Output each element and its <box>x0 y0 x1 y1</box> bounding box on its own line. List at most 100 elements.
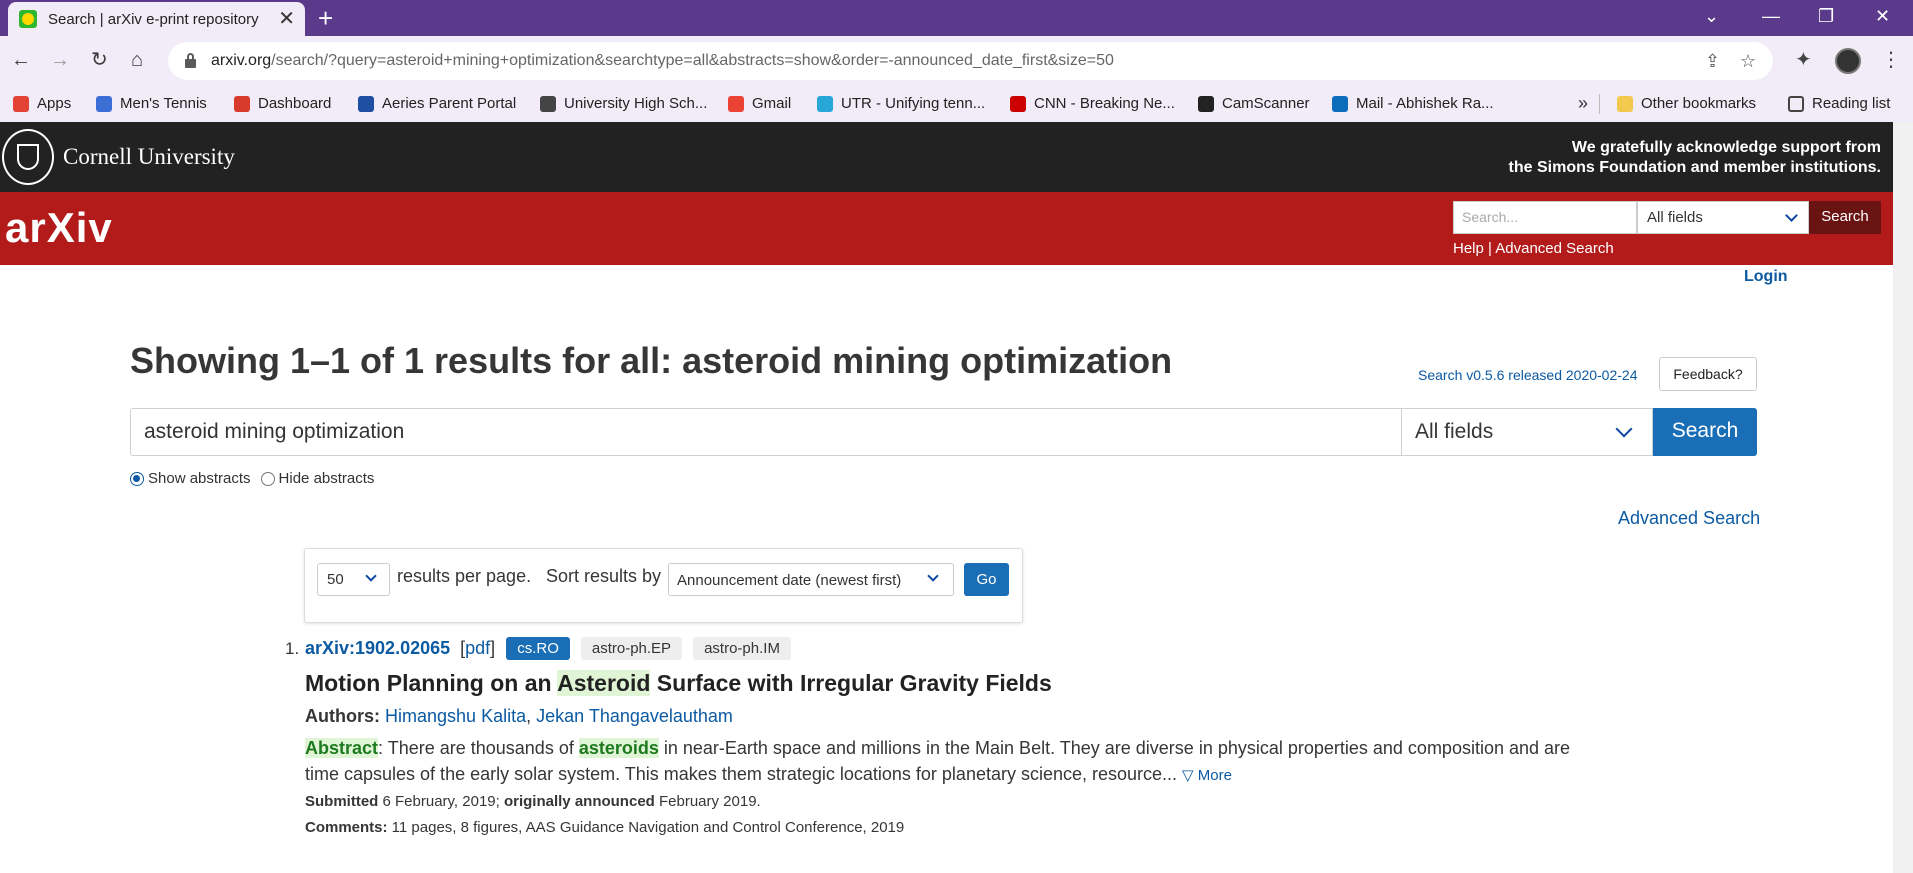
camscanner-icon <box>1198 95 1214 112</box>
cornell-university-link[interactable]: Cornell University <box>63 144 235 170</box>
close-window-icon[interactable]: ✕ <box>1875 4 1890 28</box>
more-abstract-link[interactable]: ▽ More <box>1182 767 1232 784</box>
tennis-icon <box>96 95 112 112</box>
advanced-search-link[interactable]: Advanced Search <box>1618 508 1760 529</box>
cornell-banner: Cornell University We gratefully acknowl… <box>0 122 1893 192</box>
chevron-down-icon <box>365 570 377 582</box>
reload-icon[interactable]: ↻ <box>91 48 108 72</box>
header-search-button[interactable]: Search <box>1809 201 1881 234</box>
gmail-icon <box>728 95 744 112</box>
help-advanced-links[interactable]: Help | Advanced Search <box>1453 240 1614 257</box>
lock-icon[interactable] <box>185 53 196 68</box>
bookmark-mail[interactable]: Mail - Abhishek Ra... <box>1332 95 1494 112</box>
feedback-button[interactable]: Feedback? <box>1659 357 1757 391</box>
bookmark-dashboard[interactable]: Dashboard <box>234 95 331 112</box>
minimize-icon[interactable]: — <box>1762 4 1780 28</box>
support-line-1[interactable]: We gratefully acknowledge support from <box>1509 138 1881 158</box>
result-identifiers: arXiv:1902.02065 [pdf] cs.RO astro-ph.EP… <box>305 637 791 660</box>
arxiv-logo[interactable]: arXiv <box>5 204 113 252</box>
show-abstracts-radio[interactable] <box>130 471 144 486</box>
result-comments: Comments: 11 pages, 8 figures, AAS Guida… <box>305 819 905 836</box>
result-title: Motion Planning on an Asteroid Surface w… <box>305 670 1052 696</box>
field-select[interactable]: All fields <box>1401 408 1653 456</box>
school-icon <box>540 95 556 112</box>
bookmark-utr[interactable]: UTR - Unifying tenn... <box>817 95 985 112</box>
reading-list[interactable]: Reading list <box>1788 95 1890 112</box>
bookmark-cnn[interactable]: CNN - Breaking Ne... <box>1010 95 1175 112</box>
apps-grid-icon <box>13 95 29 112</box>
new-tab-icon[interactable]: + <box>318 3 333 33</box>
bookmark-gmail[interactable]: Gmail <box>728 95 791 112</box>
sort-label: Sort results by <box>546 566 662 586</box>
aeries-icon <box>358 95 374 112</box>
author-link[interactable]: Jekan Thangavelautham <box>536 706 733 726</box>
search-input[interactable]: asteroid mining optimization <box>130 408 1401 456</box>
browser-toolbar: ← → ↻ ⌂ arxiv.org/search/?query=asteroid… <box>0 36 1913 86</box>
bookmarks-bar: Apps Men's Tennis Dashboard Aeries Paren… <box>0 86 1913 122</box>
bookmarks-divider <box>1599 94 1600 114</box>
extensions-icon[interactable]: ✦ <box>1795 48 1812 72</box>
search-button[interactable]: Search <box>1653 408 1757 456</box>
sort-order-select[interactable]: Announcement date (newest first) <box>668 563 954 596</box>
hide-abstracts-radio[interactable] <box>260 471 275 486</box>
utr-icon <box>817 95 833 112</box>
bookmark-university-high[interactable]: University High Sch... <box>540 95 707 112</box>
arxiv-id-link[interactable]: arXiv:1902.02065 <box>305 638 450 659</box>
url-text[interactable]: arxiv.org/search/?query=asteroid+mining+… <box>211 52 1114 70</box>
chevron-down-icon <box>1785 209 1798 222</box>
support-acknowledgement[interactable]: We gratefully acknowledge support from t… <box>1509 138 1881 178</box>
bookmark-other[interactable]: Other bookmarks <box>1617 95 1756 112</box>
page-scrollbar[interactable] <box>1893 122 1913 873</box>
forward-icon[interactable]: → <box>50 48 70 72</box>
chrome-menu-icon[interactable]: ⋮ <box>1881 48 1901 72</box>
login-link[interactable]: Login <box>1744 268 1788 286</box>
cnn-icon <box>1010 95 1026 112</box>
results-per-page-label: results per page. <box>397 566 532 586</box>
bookmark-star-icon[interactable]: ☆ <box>1740 50 1756 72</box>
bookmark-apps[interactable]: Apps <box>13 95 71 112</box>
sort-controls: 50 results per page. Sort results by Ann… <box>304 548 1023 623</box>
show-abstracts-label[interactable]: Show abstracts <box>148 470 251 487</box>
header-field-select[interactable]: All fields <box>1637 201 1809 234</box>
result-submitted: Submitted 6 February, 2019; originally a… <box>305 793 761 810</box>
chevron-down-icon <box>927 570 939 582</box>
result-authors: Authors: Himangshu Kalita, Jekan Thangav… <box>305 706 733 726</box>
bookmarks-overflow-icon[interactable]: » <box>1578 93 1588 114</box>
category-tag[interactable]: astro-ph.EP <box>580 637 683 660</box>
support-line-2[interactable]: the Simons Foundation and member institu… <box>1509 158 1881 178</box>
profile-avatar[interactable] <box>1835 48 1861 74</box>
dashboard-icon <box>234 95 250 112</box>
folder-icon <box>1617 95 1633 112</box>
abstracts-toggle: Show abstracts Hide abstracts <box>130 470 374 487</box>
result-number: 1. <box>285 639 300 658</box>
header-search-input[interactable]: Search... <box>1453 201 1637 234</box>
outlook-icon <box>1332 95 1348 112</box>
chevron-down-icon <box>1615 420 1633 438</box>
category-tag[interactable]: astro-ph.IM <box>693 637 791 660</box>
home-icon[interactable]: ⌂ <box>131 48 143 72</box>
browser-tab[interactable]: Search | arXiv e-print repository ✕ <box>8 2 305 36</box>
tab-close-icon[interactable]: ✕ <box>278 9 295 29</box>
results-per-page-select[interactable]: 50 <box>317 563 390 596</box>
author-link[interactable]: Himangshu Kalita <box>385 706 526 726</box>
title-highlight: Asteroid <box>557 670 651 696</box>
bookmark-camscanner[interactable]: CamScanner <box>1198 95 1310 112</box>
restore-icon[interactable]: ❐ <box>1818 4 1834 28</box>
pdf-link[interactable]: pdf <box>465 638 490 658</box>
bookmark-mens-tennis[interactable]: Men's Tennis <box>96 95 207 112</box>
hide-abstracts-label[interactable]: Hide abstracts <box>279 470 375 487</box>
primary-category-tag[interactable]: cs.RO <box>506 637 570 660</box>
cornell-seal-icon[interactable] <box>2 129 54 185</box>
search-version-link[interactable]: Search v0.5.6 released 2020-02-24 <box>1418 367 1637 383</box>
reading-list-icon <box>1788 95 1804 112</box>
arxiv-header: arXiv Search... All fields Search Help |… <box>0 192 1893 265</box>
tab-title: Search | arXiv e-print repository <box>48 10 259 28</box>
go-button[interactable]: Go <box>964 563 1009 596</box>
tab-search-icon[interactable]: ⌄ <box>1704 4 1719 28</box>
bookmark-aeries[interactable]: Aeries Parent Portal <box>358 95 516 112</box>
back-icon[interactable]: ← <box>11 48 31 72</box>
address-bar[interactable]: arxiv.org/search/?query=asteroid+mining+… <box>168 42 1773 80</box>
pdf-link-wrapper: [pdf] <box>460 638 496 658</box>
share-icon[interactable]: ⇪ <box>1705 50 1720 72</box>
result-abstract: Abstract: There are thousands of asteroi… <box>305 738 1571 784</box>
